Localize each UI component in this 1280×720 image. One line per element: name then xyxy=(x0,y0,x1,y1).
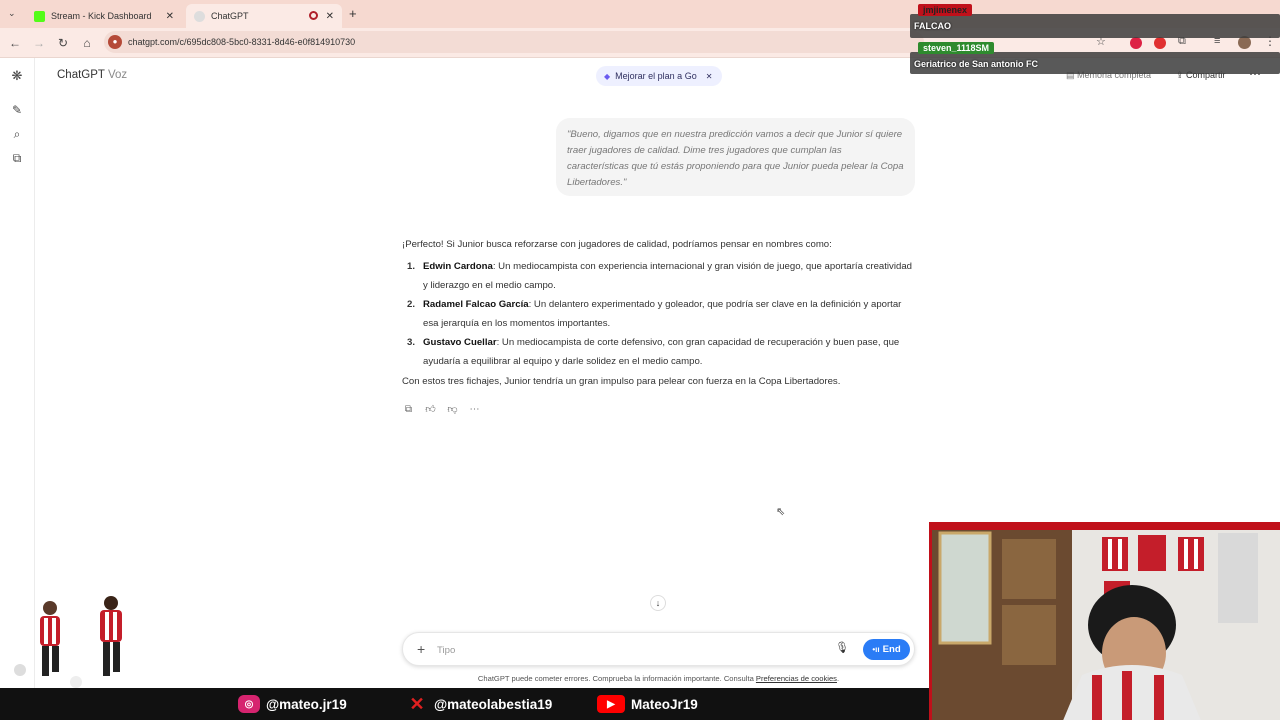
voice-wave-icon: •ıı xyxy=(872,645,880,654)
list-item: 1. Edwin Cardona: Un mediocampista con ex… xyxy=(402,257,917,295)
player-list: 1. Edwin Cardona: Un mediocampista con ex… xyxy=(402,257,917,371)
tab-search-chevron-icon[interactable]: ⌄ xyxy=(8,8,16,19)
upgrade-label: Mejorar el plan a Go xyxy=(615,71,697,81)
app-name: ChatGPT xyxy=(57,69,105,81)
tab-label: Stream - Kick Dashboard xyxy=(51,11,152,21)
new-chat-icon[interactable]: ✎ xyxy=(10,103,24,117)
url-field[interactable]: ● chatgpt.com/c/695dc808-5bc0-8331-8d46-… xyxy=(104,31,924,53)
forward-icon[interactable]: → xyxy=(30,34,48,52)
assistant-outro: Con estos tres fichajes, Junior tendría … xyxy=(402,376,841,387)
microphone-in-use-icon[interactable]: ● xyxy=(108,35,122,49)
add-attachment-icon[interactable]: + xyxy=(417,641,425,657)
list-number: 1. xyxy=(407,261,416,272)
overlay-chat-message: FALCAO xyxy=(914,21,951,31)
social-handle: @mateo.jr19 xyxy=(266,696,347,712)
cookie-preferences-link[interactable]: Preferencias de cookies xyxy=(756,674,837,683)
stream-social-bar: ◎ @mateo.jr19 ✕ @mateolabestia19 ▶ Mateo… xyxy=(0,688,930,720)
home-icon[interactable]: ⌂ xyxy=(78,34,96,52)
mode-label: Voz xyxy=(107,69,128,81)
upgrade-banner[interactable]: ◆ Mejorar el plan a Go ✕ xyxy=(596,66,723,86)
social-x: ✕ @mateolabestia19 xyxy=(406,693,553,714)
microphone-icon[interactable]: 🎙︎ xyxy=(835,641,849,654)
diamond-icon: ◆ xyxy=(604,71,611,81)
instagram-icon: ◎ xyxy=(238,695,260,713)
close-icon[interactable]: ✕ xyxy=(706,72,713,81)
social-instagram: ◎ @mateo.jr19 xyxy=(238,695,347,713)
extension-icon[interactable] xyxy=(1154,37,1166,49)
tab-label: ChatGPT xyxy=(211,11,249,21)
disclaimer: ChatGPT puede cometer errores. Comprueba… xyxy=(402,674,915,683)
model-selector[interactable]: ChatGPT Voz xyxy=(57,69,127,81)
message-actions: ⧉ 👍︎ 👎︎ ⋯ xyxy=(402,403,481,416)
overlay-chat-user: steven_1118SM xyxy=(918,42,995,54)
overlay-chat-message: Geriatrico de San antonio FC xyxy=(914,59,1039,69)
youtube-icon: ▶ xyxy=(597,695,625,713)
list-item: 2. Radamel Falcao García: Un delantero ex… xyxy=(402,295,917,333)
reload-icon[interactable]: ↻ xyxy=(54,34,72,52)
assistant-intro: ¡Perfecto! Si Junior busca reforzarse co… xyxy=(402,239,832,250)
thumbs-down-icon[interactable]: 👎︎ xyxy=(446,403,459,416)
list-item: 3. Gustavo Cuellar: Un mediocampista de c… xyxy=(402,333,917,371)
overlay-chat-row xyxy=(910,14,1280,38)
recording-icon xyxy=(309,11,318,20)
x-icon: ✕ xyxy=(409,693,425,714)
player-name: Radamel Falcao García xyxy=(423,299,529,310)
player-description: : Un mediocampista con experiencia inter… xyxy=(423,261,912,291)
copy-icon[interactable]: ⧉ xyxy=(402,403,415,416)
openai-logo-icon[interactable]: ❋ xyxy=(10,69,24,83)
webcam-feed xyxy=(929,522,1280,720)
close-tab-icon[interactable]: ✕ xyxy=(326,11,334,22)
prompt-input[interactable] xyxy=(437,643,817,657)
social-youtube: ▶ MateoJr19 xyxy=(597,695,698,713)
list-number: 2. xyxy=(407,299,416,310)
list-number: 3. xyxy=(407,337,416,348)
message-composer: + 🎙︎ •ıı End xyxy=(402,632,915,666)
end-voice-button[interactable]: •ıı End xyxy=(863,639,910,660)
mouse-cursor-icon: ⇖ xyxy=(776,506,786,518)
search-icon[interactable]: ⌕ xyxy=(10,127,24,141)
extension-icon[interactable] xyxy=(1130,37,1142,49)
player-name: Gustavo Cuellar xyxy=(423,337,497,348)
tab-kick-dashboard[interactable]: Stream - Kick Dashboard ✕ xyxy=(26,4,182,28)
scroll-down-button[interactable]: ↓ xyxy=(650,595,666,611)
webcam-image xyxy=(932,525,1280,720)
player-name: Edwin Cardona xyxy=(423,261,493,272)
chatgpt-favicon-icon xyxy=(194,10,205,22)
disclaimer-end: . xyxy=(836,674,840,683)
assistant-message: ¡Perfecto! Si Junior busca reforzarse co… xyxy=(402,237,917,390)
arrow-down-icon: ↓ xyxy=(655,598,661,608)
url-text: chatgpt.com/c/695dc808-5bc0-8331-8d46-e0… xyxy=(128,37,356,47)
thumbs-up-icon[interactable]: 👍︎ xyxy=(424,403,437,416)
end-label: End xyxy=(882,644,901,655)
user-message-bubble: "Bueno, digamos que en nuestra predicció… xyxy=(556,118,915,196)
disclaimer-text: ChatGPT puede cometer errores. Comprueba… xyxy=(477,674,754,683)
more-actions-icon[interactable]: ⋯ xyxy=(468,403,481,416)
kick-favicon-icon xyxy=(34,10,45,22)
players-graphic xyxy=(14,596,122,688)
social-handle: MateoJr19 xyxy=(631,696,698,712)
close-tab-icon[interactable]: ✕ xyxy=(166,11,174,22)
library-icon[interactable]: ⧉ xyxy=(10,151,24,165)
tab-chatgpt[interactable]: ChatGPT ✕ xyxy=(186,4,342,28)
back-icon[interactable]: ← xyxy=(6,34,24,52)
social-handle: @mateolabestia19 xyxy=(434,696,553,712)
new-tab-icon[interactable]: + xyxy=(349,6,357,21)
overlay-chat-user: jmjimenex xyxy=(918,4,973,16)
